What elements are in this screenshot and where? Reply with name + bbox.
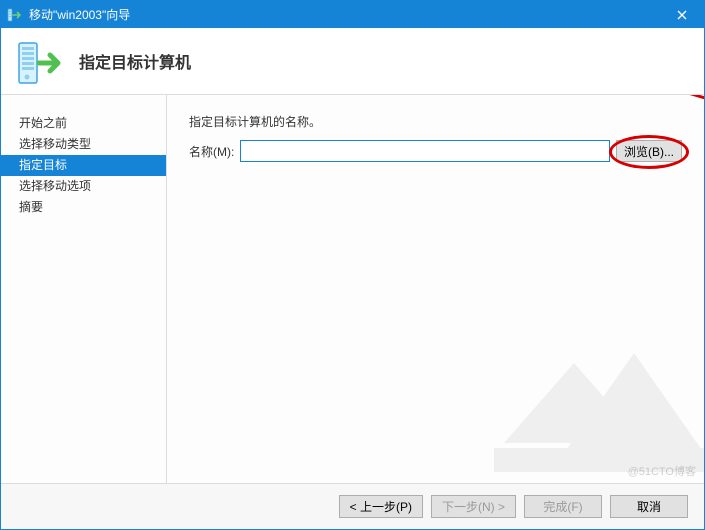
watermark-graphic [484, 303, 704, 483]
next-button-label: 下一步(N) > [442, 500, 505, 514]
wizard-body: 开始之前选择移动类型指定目标选择移动选项摘要 指定目标计算机的名称。 名称(M)… [1, 95, 704, 483]
browse-button[interactable]: 浏览(B)... [616, 140, 682, 162]
wizard-window: 移动"win2003"向导 指定目标计算机 开始之前选择 [0, 0, 705, 530]
name-input[interactable] [240, 140, 610, 162]
sidebar-step-1[interactable]: 选择移动类型 [1, 134, 166, 155]
name-row: 名称(M): 浏览(B)... [189, 140, 682, 162]
content-instruction: 指定目标计算机的名称。 [189, 113, 682, 130]
previous-button-label: < 上一步(P) [350, 500, 412, 514]
wizard-steps-sidebar: 开始之前选择移动类型指定目标选择移动选项摘要 [1, 95, 167, 483]
cancel-button-label: 取消 [637, 500, 661, 514]
sidebar-step-2[interactable]: 指定目标 [1, 155, 166, 176]
sidebar-step-3[interactable]: 选择移动选项 [1, 176, 166, 197]
header-server-move-icon [15, 37, 63, 85]
wizard-header: 指定目标计算机 [1, 28, 704, 95]
sidebar-step-0[interactable]: 开始之前 [1, 113, 166, 134]
window-title: 移动"win2003"向导 [29, 6, 130, 23]
finish-button-label: 完成(F) [543, 500, 582, 514]
wizard-footer: < 上一步(P) 下一步(N) > 完成(F) 取消 [1, 483, 704, 529]
app-icon [7, 7, 23, 23]
titlebar: 移动"win2003"向导 [1, 1, 704, 28]
next-button: 下一步(N) > [431, 495, 516, 518]
previous-button[interactable]: < 上一步(P) [339, 495, 423, 518]
cancel-button[interactable]: 取消 [610, 495, 688, 518]
sidebar-step-4[interactable]: 摘要 [1, 197, 166, 218]
wizard-content: 指定目标计算机的名称。 名称(M): 浏览(B)... [167, 95, 704, 483]
close-icon [676, 9, 688, 21]
watermark-text: @51CTO博客 [628, 463, 696, 479]
page-title: 指定目标计算机 [79, 49, 191, 73]
name-label: 名称(M): [189, 143, 234, 160]
window-controls [660, 1, 704, 28]
browse-button-label: 浏览(B)... [624, 143, 674, 160]
close-button[interactable] [660, 1, 704, 28]
finish-button: 完成(F) [524, 495, 602, 518]
